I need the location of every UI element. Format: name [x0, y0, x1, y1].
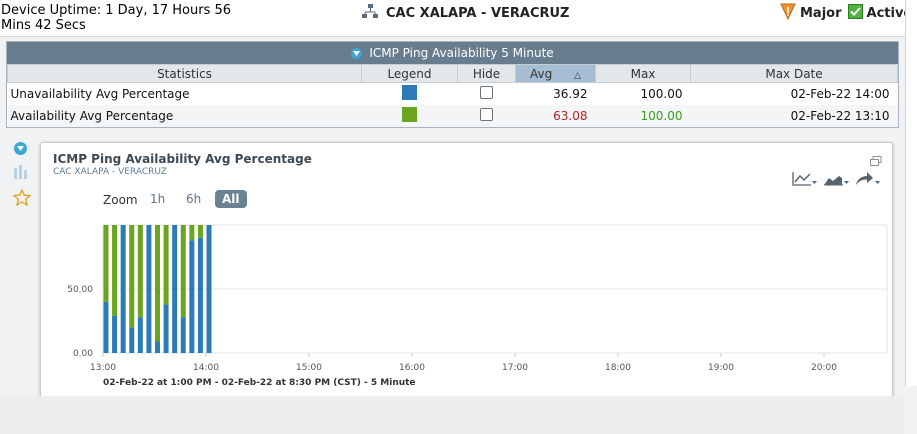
unavailability-bar [172, 225, 178, 353]
legend-swatch [402, 85, 417, 100]
column-header-max-date[interactable]: Max Date [690, 64, 898, 83]
statistics-panel: ICMP Ping Availability 5 Minute Statisti… [6, 41, 899, 128]
statistics-table: Statistics Legend Hide Avg △ Max Max Dat… [7, 64, 898, 127]
chart-plot: 0.00 50.00 13:00 14:00 15:00 16:00 17:00 18:00 1… [67, 224, 888, 373]
y-tick-label: 0.00 [73, 349, 93, 359]
statistic-name: Unavailability Avg Percentage [10, 87, 190, 101]
legend-cell [362, 83, 458, 106]
x-tick-label: 15:00 [296, 363, 322, 373]
chart-card: ICMP Ping Availability Avg Percentage CA… [40, 142, 893, 397]
chart-time-range: 02-Feb-22 at 1:00 PM - 02-Feb-22 at 8:30… [103, 378, 416, 388]
avg-value: 63.08 [515, 105, 596, 127]
x-tick-label: 18:00 [605, 363, 631, 373]
legend-cell [361, 105, 458, 127]
device-header: Device Uptime: 1 Day, 17 Hours 56 Mins 4… [0, 0, 912, 37]
max-date-value: 02-Feb-22 14:00 [790, 87, 890, 101]
x-tick-label: 19:00 [708, 363, 734, 373]
statistic-name: Availability Avg Percentage [7, 105, 362, 127]
column-header-avg[interactable]: Avg △ [515, 64, 596, 83]
column-header-statistics[interactable]: Statistics [7, 64, 362, 83]
column-header-max[interactable]: Max [595, 64, 691, 83]
max-value: 100.00 [595, 105, 691, 127]
availability-bar [103, 225, 109, 302]
availability-bar [137, 225, 143, 318]
legend-swatch [402, 107, 417, 122]
collapse-chart-icon[interactable] [14, 142, 27, 155]
unavailability-bar [137, 317, 143, 353]
table-row: Unavailability Avg Percentage 36.92 100.… [8, 83, 898, 106]
star-icon[interactable] [12, 188, 33, 210]
sort-ascending-icon[interactable]: △ [574, 71, 581, 81]
unavailability-bar [163, 304, 169, 353]
max-date-value: 02-Feb-22 13:10 [690, 105, 898, 127]
unavailability-bar [189, 240, 195, 353]
table-row: Availability Avg Percentage 63.08 100.00… [7, 105, 898, 127]
chart-side-toolbar [12, 142, 33, 210]
device-status: Major Active [780, 3, 912, 24]
availability-bar [180, 225, 186, 318]
unavailability-bar [180, 317, 186, 353]
x-tick-label: 17:00 [502, 363, 528, 373]
hide-checkbox[interactable] [480, 86, 493, 99]
statistics-panel-header[interactable]: ICMP Ping Availability 5 Minute [7, 42, 898, 64]
collapse-icon[interactable] [351, 47, 363, 59]
bar-chart-icon[interactable] [13, 164, 33, 183]
unavailability-bar [155, 341, 160, 353]
max-value: 100.00 [640, 87, 683, 101]
network-node-icon [362, 4, 378, 23]
availability-bar [189, 225, 195, 241]
device-uptime: Device Uptime: 1 Day, 17 Hours 56 Mins 4… [1, 3, 232, 33]
statistics-panel-title: ICMP Ping Availability 5 Minute [369, 46, 554, 60]
availability-bar [163, 225, 169, 305]
unavailability-bar [197, 237, 203, 353]
y-tick-label: 50.00 [67, 285, 93, 295]
unavailability-bar [103, 301, 109, 353]
avg-value: 36.92 [553, 87, 588, 101]
check-icon [847, 4, 863, 23]
x-tick-label: 13:00 [90, 363, 116, 373]
warning-icon [780, 3, 796, 24]
unavailability-bar [120, 225, 126, 353]
severity-label: Major [800, 6, 842, 21]
page-bottom [0, 396, 905, 434]
column-header-legend[interactable]: Legend [361, 64, 458, 83]
availability-bar [197, 225, 203, 238]
unavailability-bar [129, 327, 135, 353]
availability-bar [112, 225, 118, 316]
device-name: CAC XALAPA - VERACRUZ [386, 6, 570, 21]
device-title: CAC XALAPA - VERACRUZ [362, 4, 570, 23]
vertical-scrollbar[interactable] [905, 0, 917, 386]
unavailability-bar [146, 225, 152, 353]
unavailability-bar [206, 225, 212, 353]
x-tick-label: 14:00 [193, 363, 219, 373]
hide-cell [458, 83, 516, 106]
x-tick-label: 16:00 [399, 363, 425, 373]
hide-checkbox[interactable] [480, 108, 493, 121]
hide-cell [457, 105, 516, 127]
x-tick-label: 20:00 [811, 363, 837, 373]
column-header-hide[interactable]: Hide [457, 64, 516, 83]
column-header-avg-label: Avg [530, 66, 553, 81]
availability-bar [129, 225, 135, 328]
availability-bar [155, 225, 160, 342]
unavailability-bar [112, 315, 118, 353]
